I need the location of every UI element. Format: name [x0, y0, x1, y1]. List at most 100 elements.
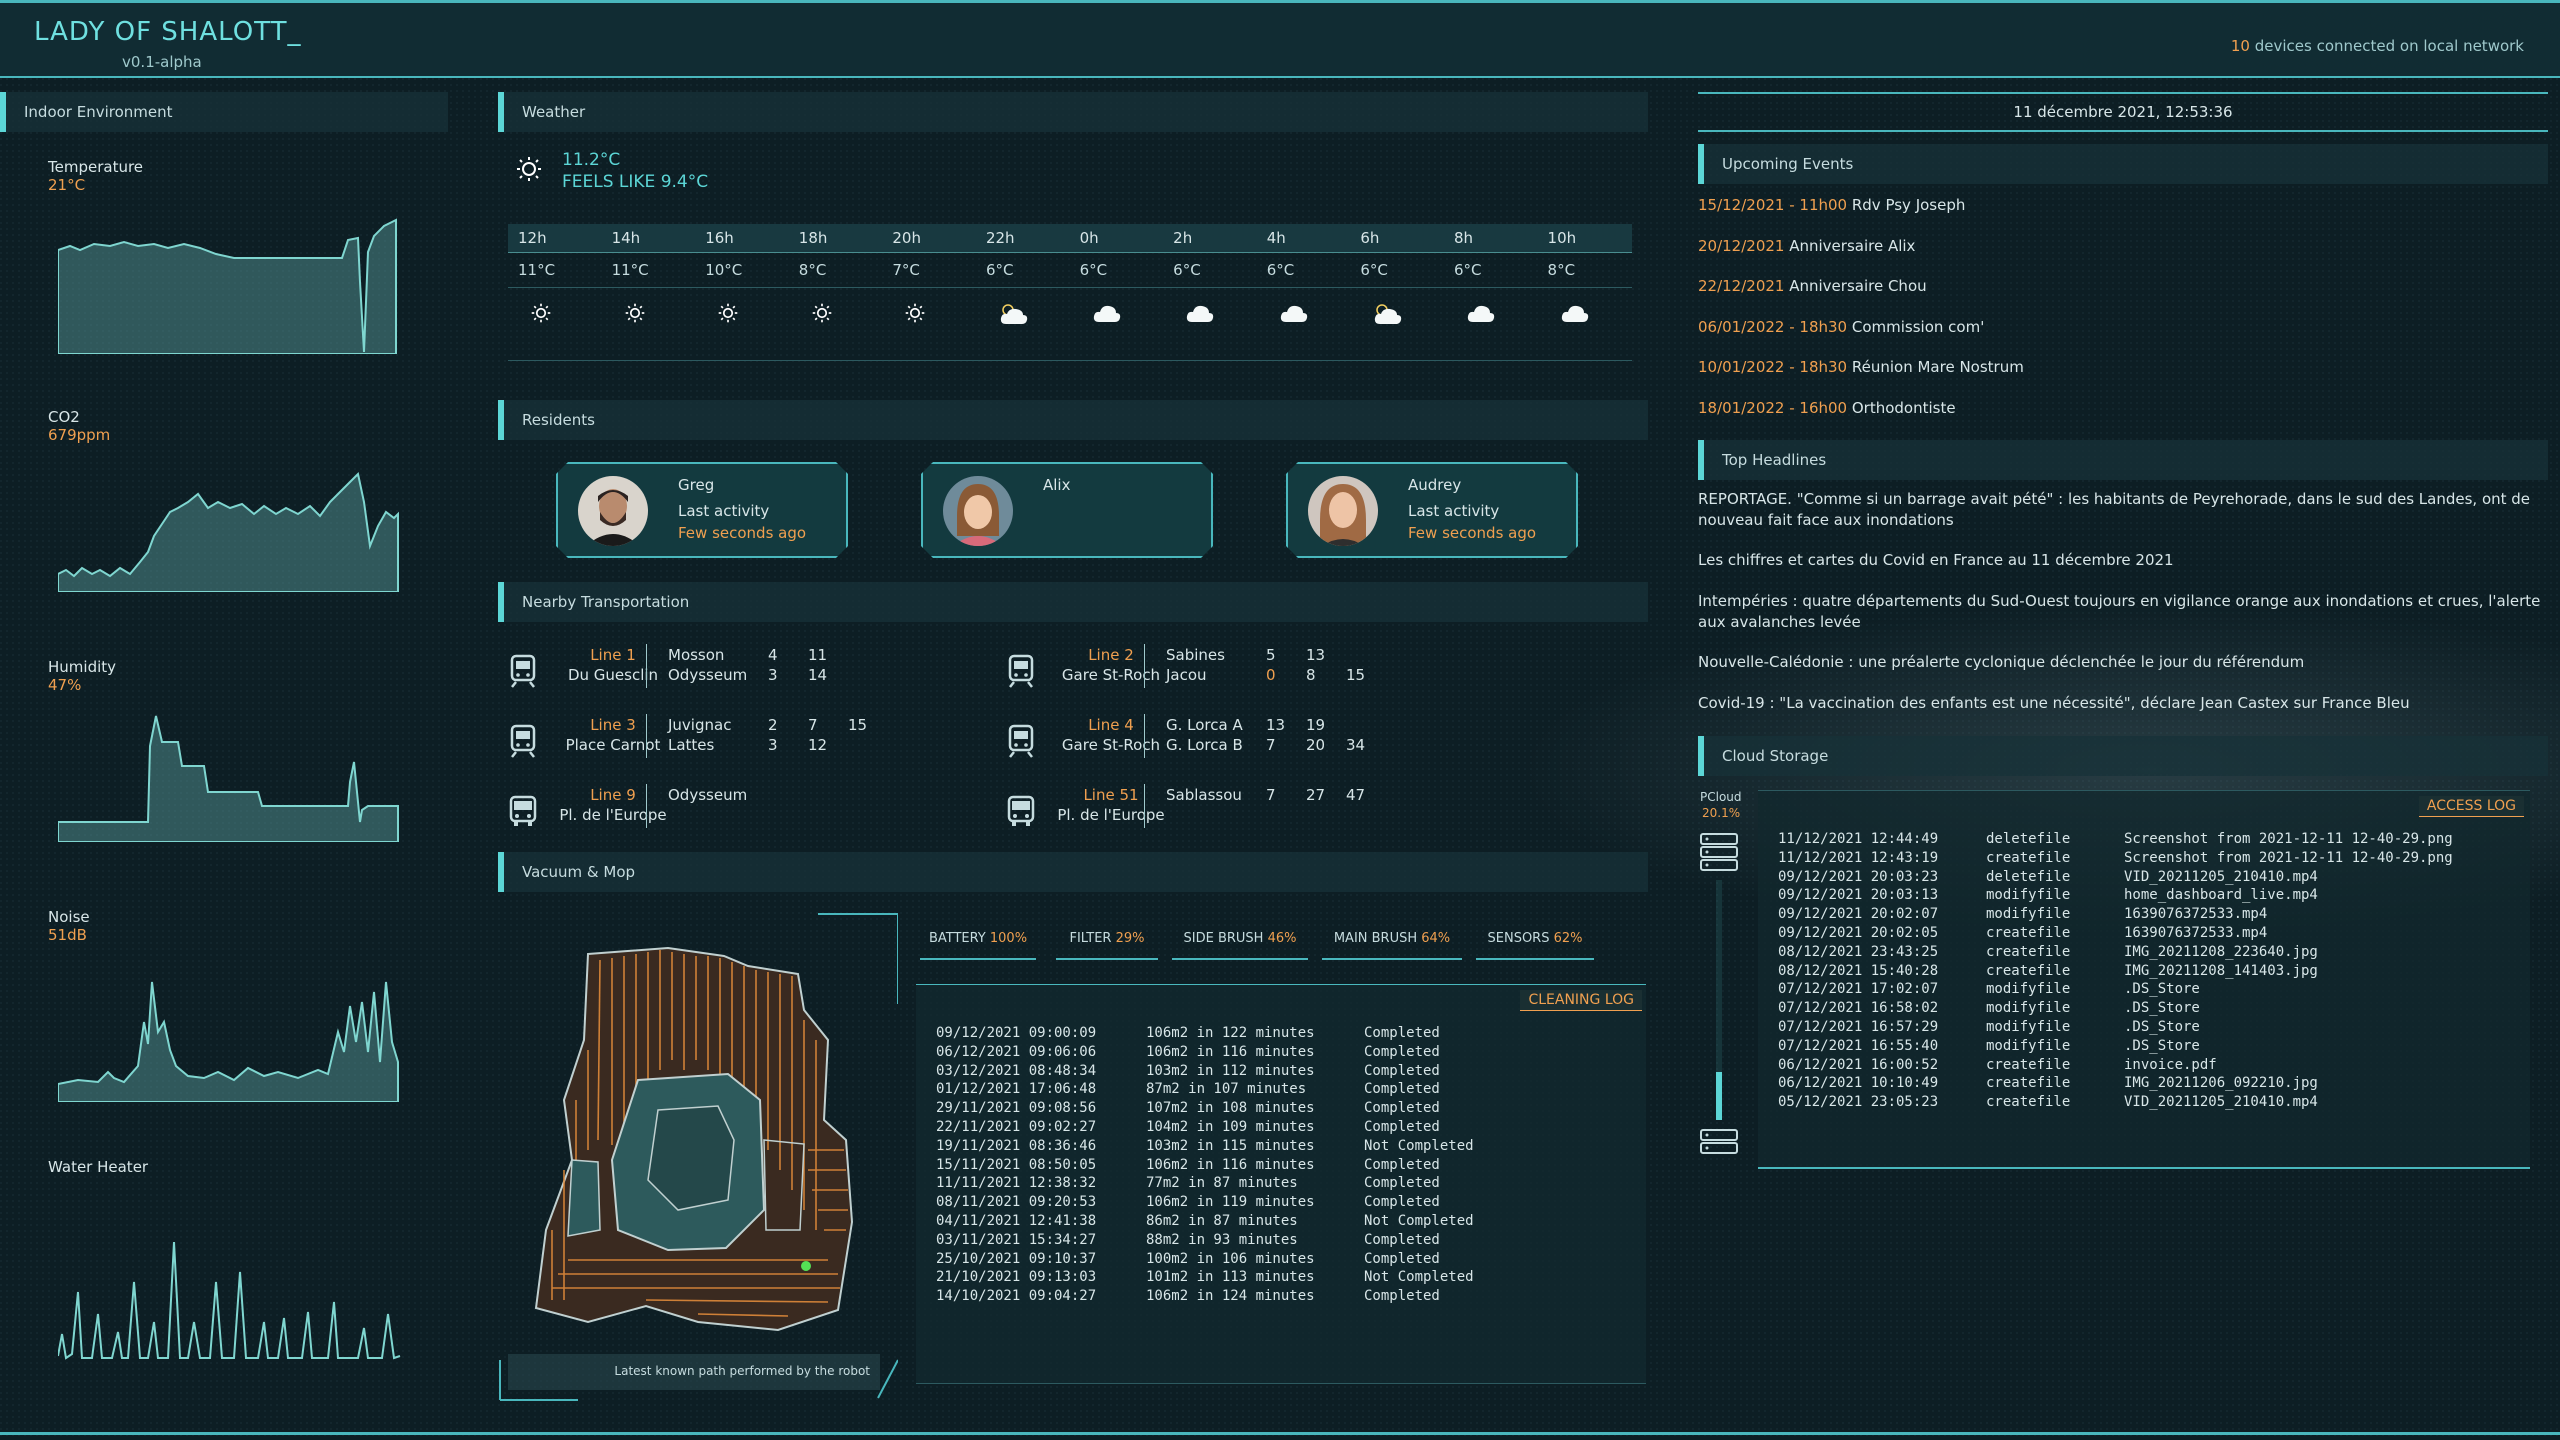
headline-item[interactable]: REPORTAGE. "Comme si un barrage avait pé…: [1698, 489, 2546, 531]
event-item[interactable]: 22/12/2021 Anniversaire Chou: [1698, 277, 1927, 295]
transport-line[interactable]: Line 9 Pl. de l'Europe Odysseum: [508, 784, 988, 836]
resident-activity-time: Few seconds ago: [1408, 524, 1537, 542]
event-item[interactable]: 18/01/2022 - 16h00 Orthodontiste: [1698, 399, 1956, 417]
cloud-provider: PCloud: [1700, 790, 1742, 804]
datetime-bottom-line: [1698, 130, 2548, 132]
tab-battery[interactable]: BATTERY 100%: [920, 928, 1036, 960]
log-date: 03/12/2021 08:48:34: [936, 1062, 1097, 1079]
resident-activity-label: Last activity: [1408, 502, 1500, 520]
divider: [646, 714, 647, 758]
line-name: Line 2: [1088, 646, 1134, 664]
vacuum-header: Vacuum & Mop: [498, 852, 1648, 892]
log-area: 107m2 in 108 minutes: [1146, 1100, 1315, 1117]
log-file: IMG_20211206_092210.jpg: [2124, 1075, 2318, 1092]
log-status: Completed: [1364, 1288, 1440, 1305]
log-status: Completed: [1364, 1175, 1440, 1192]
log-file: VID_20211205_210410.mp4: [2124, 1094, 2318, 1111]
log-area: 106m2 in 122 minutes: [1146, 1025, 1315, 1041]
transport-line[interactable]: Line 2 Gare St-Roch Sabines 5 13 Jacou 0 8 15: [1006, 644, 1486, 696]
resident-card-alix[interactable]: Alix: [921, 462, 1213, 558]
headline-item[interactable]: Nouvelle-Calédonie : une préalerte cyclo…: [1698, 652, 2546, 673]
log-date: 01/12/2021 17:06:48: [936, 1081, 1097, 1098]
current-temperature: 11.2°C: [562, 150, 621, 170]
forecast-temp: 6°C: [1360, 261, 1388, 279]
log-date: 05/12/2021 23:05:23: [1778, 1094, 1939, 1111]
log-area: 103m2 in 115 minutes: [1146, 1137, 1315, 1154]
headline-item[interactable]: Covid-19 : "La vaccination des enfants e…: [1698, 693, 2546, 714]
headline-item[interactable]: Intempéries : quatre départements du Sud…: [1698, 591, 2546, 633]
log-action: deletefile: [1986, 831, 2071, 847]
access-log-row: 09/12/2021 20:03:13 modifyfile home_dashbo…: [1778, 886, 2453, 905]
tab-label: SENSORS: [1487, 931, 1554, 946]
log-date: 09/12/2021 20:03:13: [1778, 887, 1939, 904]
departure-minutes: 7: [1266, 786, 1276, 804]
forecast-hours: 12h 14h 16h 18h 20h 22h 0h 2h 4h 6h 8h 10h: [508, 224, 1632, 253]
cloud-icon: [1070, 288, 1164, 358]
datetime-top-line: [1698, 92, 2548, 94]
log-action: createfile: [1986, 962, 2071, 979]
log-action: modifyfile: [1986, 1000, 2071, 1017]
log-file: Screenshot from 2021-12-11 12-40-29.png: [2124, 831, 2453, 847]
destination-row: Lattes 3 12: [668, 736, 998, 754]
log-date: 08/12/2021 23:43:25: [1778, 943, 1939, 960]
log-date: 06/12/2021 10:10:49: [1778, 1075, 1939, 1092]
cleaning-log-row: 25/10/2021 09:10:37 100m2 in 106 minutes C…: [936, 1250, 1474, 1269]
tab-sensors[interactable]: SENSORS 62%: [1476, 928, 1594, 960]
destination-name: G. Lorca B: [1166, 736, 1243, 754]
tab-value: 100%: [989, 931, 1028, 946]
event-item[interactable]: 06/01/2022 - 18h30 Commission com': [1698, 318, 1984, 336]
resident-card-greg[interactable]: Greg Last activity Few seconds ago: [556, 462, 848, 558]
transport-line[interactable]: Line 4 Gare St-Roch G. Lorca A 13 19 G. Lorca…: [1006, 714, 1486, 766]
log-area: 104m2 in 109 minutes: [1146, 1118, 1315, 1135]
metric-label: CO2: [48, 408, 80, 426]
destination-row: Odysseum: [668, 786, 998, 804]
event-item[interactable]: 10/01/2022 - 18h30 Réunion Mare Nostrum: [1698, 358, 2024, 376]
co2-sparkline: [58, 471, 399, 592]
log-date: 08/12/2021 15:40:28: [1778, 962, 1939, 979]
headline-item[interactable]: Les chiffres et cartes du Covid en Franc…: [1698, 550, 2546, 571]
forecast-temp: 6°C: [1173, 261, 1201, 279]
log-date: 11/12/2021 12:44:49: [1778, 831, 1939, 847]
transport-line[interactable]: Line 51 Pl. de l'Europe Sablassou 7 27 47: [1006, 784, 1486, 836]
divider: [646, 644, 647, 688]
log-date: 22/11/2021 09:02:27: [936, 1118, 1097, 1135]
log-action: deletefile: [1986, 868, 2071, 885]
tab-side-brush[interactable]: SIDE BRUSH 46%: [1172, 928, 1308, 960]
log-date: 03/11/2021 15:34:27: [936, 1231, 1097, 1248]
forecast-temp: 10°C: [705, 261, 743, 279]
devices-status[interactable]: 10 devices connected on local network: [2231, 37, 2524, 55]
forecast-hour: 18h: [798, 229, 828, 247]
forecast-temp: 11°C: [518, 261, 556, 279]
resident-card-audrey[interactable]: Audrey Last activity Few seconds ago: [1286, 462, 1578, 558]
tab-label: BATTERY: [928, 931, 990, 946]
log-file: 1639076372533.mp4: [2124, 906, 2268, 923]
line-name: Line 3: [590, 716, 636, 734]
server-bottom-icon: [1700, 1129, 1738, 1154]
cleaning-log-row: 14/10/2021 09:04:27 106m2 in 124 minutes C…: [936, 1287, 1474, 1306]
sun-icon: [517, 157, 541, 181]
cleaning-log-row: 21/10/2021 09:13:03 101m2 in 113 minutes N…: [936, 1268, 1474, 1287]
departure-minutes: 2: [768, 716, 778, 734]
transport-line[interactable]: Line 3 Place Carnot Juvignac 2 7 15 Lattes 3 12: [508, 714, 988, 766]
map-caption: Latest known path performed by the robot: [614, 1364, 870, 1378]
departure-minutes: 34: [1346, 736, 1366, 754]
access-log-row: 07/12/2021 16:55:40 modifyfile .DS_Store: [1778, 1037, 2453, 1056]
event-title: Anniversaire Alix: [1784, 236, 1916, 255]
event-time: 22/12/2021: [1698, 277, 1785, 296]
access-log-row: 08/12/2021 15:40:28 createfile IMG_2021120…: [1778, 962, 2453, 981]
tab-main-brush[interactable]: MAIN BRUSH 64%: [1322, 928, 1462, 960]
forecast-temp: 6°C: [985, 261, 1014, 279]
tab-value: 29%: [1115, 931, 1145, 946]
event-item[interactable]: 20/12/2021 Anniversaire Alix: [1698, 237, 1915, 255]
forecast-temp: 8°C: [1547, 261, 1576, 279]
log-date: 29/11/2021 09:08:56: [936, 1100, 1097, 1117]
devices-text: devices connected on local network: [2249, 37, 2524, 55]
event-item[interactable]: 15/12/2021 - 11h00 Rdv Psy Joseph: [1698, 196, 1965, 214]
log-status: Completed: [1364, 1081, 1440, 1098]
log-file: .DS_Store: [2124, 981, 2200, 998]
destination-name: Sablassou: [1166, 786, 1242, 804]
transport-line[interactable]: Line 1 Du Guesclin Mosson 4 11 Odysseum 3 14: [508, 644, 988, 696]
tab-filter[interactable]: FILTER 29%: [1056, 928, 1158, 960]
log-file: 1639076372533.mp4: [2124, 924, 2268, 941]
log-area: 103m2 in 112 minutes: [1146, 1062, 1315, 1079]
